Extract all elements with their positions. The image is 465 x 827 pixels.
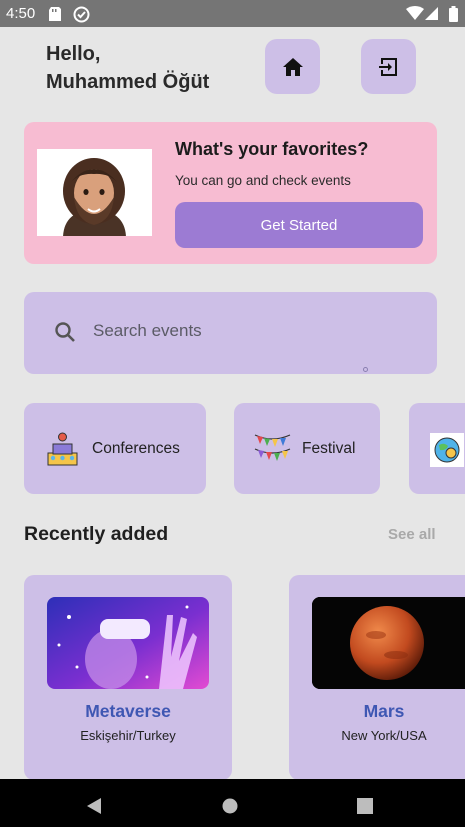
greeting-hello: Hello, bbox=[46, 43, 101, 65]
get-started-button[interactable]: Get Started bbox=[175, 202, 423, 248]
greeting: Hello, Muhammed Öğüt bbox=[46, 40, 209, 96]
event-title: Mars bbox=[363, 701, 405, 721]
home-nav-icon[interactable] bbox=[222, 798, 238, 814]
event-image bbox=[47, 597, 209, 689]
promo-title: What's your favorites? bbox=[175, 139, 369, 159]
category-conferences[interactable]: Conferences bbox=[24, 403, 206, 494]
home-icon bbox=[282, 57, 303, 76]
recently-added-title: Recently added bbox=[24, 523, 169, 545]
avatar bbox=[37, 149, 152, 236]
event-card-metaverse[interactable]: Metaverse Eskişehir/Turkey bbox=[24, 575, 232, 780]
signal-icon bbox=[425, 7, 438, 20]
see-all-link[interactable]: See all bbox=[388, 526, 436, 543]
status-time: 4:50 bbox=[6, 5, 36, 22]
category-label: Conferences bbox=[92, 440, 180, 457]
promo-subtitle: You can go and check events bbox=[175, 173, 351, 188]
event-image bbox=[312, 597, 465, 689]
category-third[interactable] bbox=[409, 403, 465, 494]
event-location: Eskişehir/Turkey bbox=[80, 728, 176, 743]
search-indicator bbox=[363, 367, 368, 372]
data-saver-icon bbox=[73, 6, 90, 23]
search-input[interactable]: Search events bbox=[24, 292, 437, 374]
event-location: New York/USA bbox=[341, 728, 427, 743]
sd-card-icon bbox=[49, 7, 61, 21]
back-icon[interactable] bbox=[86, 797, 102, 815]
category-festival[interactable]: Festival bbox=[234, 403, 380, 494]
recents-icon[interactable] bbox=[357, 798, 373, 814]
status-bar: 4:50 bbox=[0, 0, 465, 27]
search-placeholder: Search events bbox=[93, 321, 202, 340]
logout-icon bbox=[378, 57, 397, 76]
greeting-user-name: Muhammed Öğüt bbox=[46, 71, 210, 93]
conference-icon bbox=[47, 432, 78, 466]
battery-icon bbox=[449, 6, 458, 22]
home-button[interactable] bbox=[265, 39, 320, 94]
promo-card: What's your favorites? You can go and ch… bbox=[24, 122, 437, 264]
event-title: Metaverse bbox=[85, 701, 171, 721]
category-label: Festival bbox=[302, 440, 356, 457]
wifi-icon bbox=[406, 6, 424, 20]
festival-icon bbox=[254, 434, 291, 461]
logout-button[interactable] bbox=[361, 39, 416, 94]
globe-icon bbox=[430, 433, 464, 467]
navigation-bar bbox=[0, 779, 465, 827]
search-icon bbox=[55, 322, 75, 342]
event-card-mars[interactable]: Mars New York/USA bbox=[289, 575, 465, 780]
